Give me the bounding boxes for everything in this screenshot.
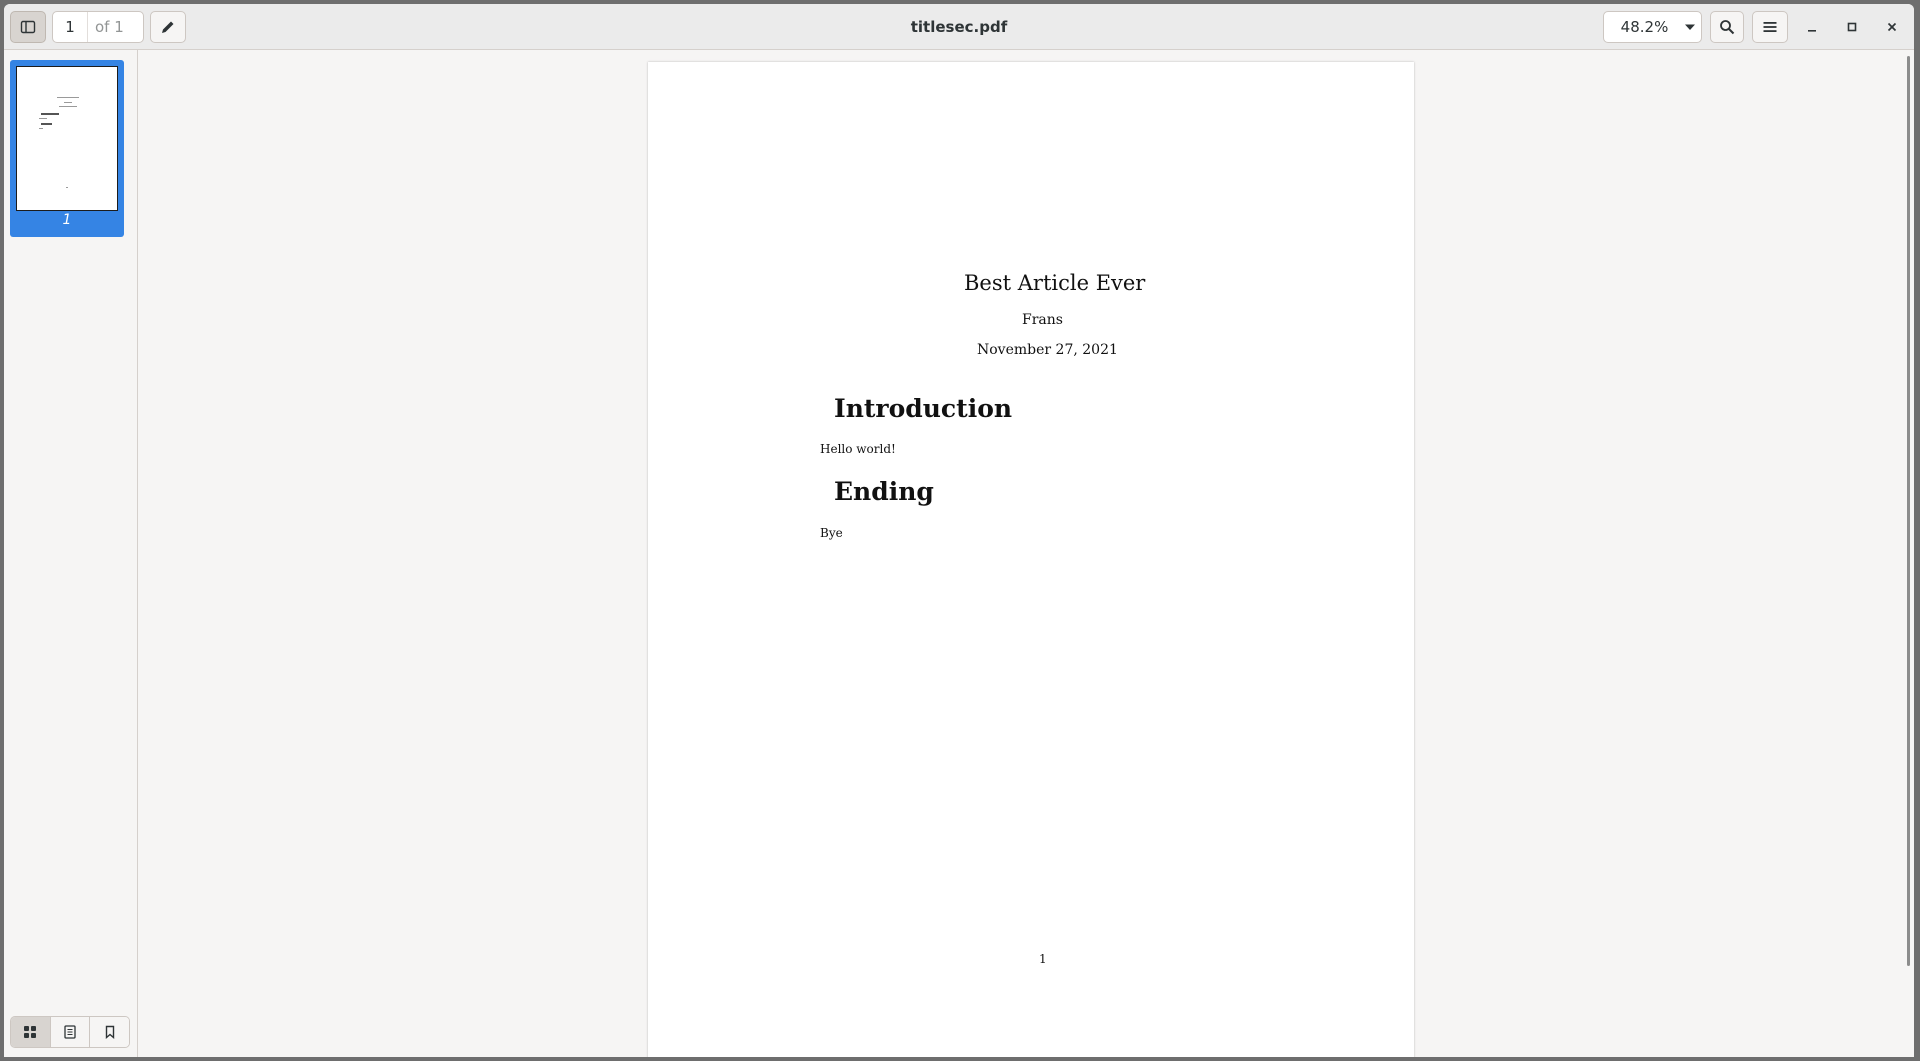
search-button[interactable]: [1710, 11, 1744, 43]
pencil-icon: [162, 21, 174, 33]
sidebar-view-switcher: [10, 1016, 130, 1048]
page-number-entry[interactable]: 1 of 1: [52, 11, 144, 43]
thumbnails-view-button[interactable]: [11, 1017, 51, 1047]
page-total-label: of 1: [95, 18, 124, 36]
annotate-button[interactable]: [150, 11, 186, 43]
document-icon: [64, 1025, 76, 1039]
main-menu-button[interactable]: [1752, 11, 1788, 43]
sidebar: 1: [4, 50, 138, 1057]
grid-icon: [24, 1026, 37, 1038]
section-body: Hello world!: [820, 442, 896, 456]
document-viewer[interactable]: Best Article Ever Frans November 27, 202…: [138, 50, 1914, 1057]
maximize-button[interactable]: [1840, 15, 1864, 39]
bookmarks-view-button[interactable]: [90, 1017, 129, 1047]
pan-down-icon: [1685, 24, 1695, 30]
outline-view-button[interactable]: [50, 1017, 91, 1047]
sidebar-toggle-button[interactable]: [10, 11, 46, 43]
hamburger-menu-icon: [1763, 22, 1777, 32]
page-footer-number: 1: [1039, 952, 1047, 966]
current-page-input[interactable]: 1: [53, 12, 88, 42]
page-thumbnail-image: [16, 66, 118, 211]
close-icon: [1887, 22, 1897, 32]
document-author: Frans: [1022, 312, 1063, 328]
section-heading: Ending: [834, 477, 934, 506]
pdf-page: Best Article Ever Frans November 27, 202…: [648, 62, 1414, 1057]
maximize-icon: [1847, 22, 1857, 32]
page-thumbnail-item[interactable]: 1: [10, 60, 124, 237]
section-heading: Introduction: [834, 394, 1013, 423]
sidebar-show-icon: [20, 20, 36, 34]
zoom-selector[interactable]: 48.2%: [1603, 11, 1702, 43]
document-date: November 27, 2021: [977, 342, 1118, 358]
bookmark-icon: [105, 1025, 114, 1039]
vertical-scrollbar[interactable]: [1907, 56, 1910, 966]
document-title: Best Article Ever: [964, 271, 1146, 295]
page-thumbnail-label: 1: [62, 212, 72, 228]
zoom-value: 48.2%: [1620, 18, 1669, 36]
minimize-button[interactable]: [1800, 15, 1824, 39]
window-title: titlesec.pdf: [910, 18, 1008, 36]
close-button[interactable]: [1880, 15, 1904, 39]
section-body: Bye: [820, 526, 843, 540]
zoom-dropdown-arrow[interactable]: [1679, 12, 1701, 42]
search-icon: [1720, 20, 1735, 35]
header-bar: 1 of 1 titlesec.pdf 48.2%: [4, 4, 1914, 50]
minimize-icon: [1808, 30, 1816, 32]
app-window: 1 of 1 titlesec.pdf 48.2% 1 Best Article…: [4, 4, 1914, 1057]
